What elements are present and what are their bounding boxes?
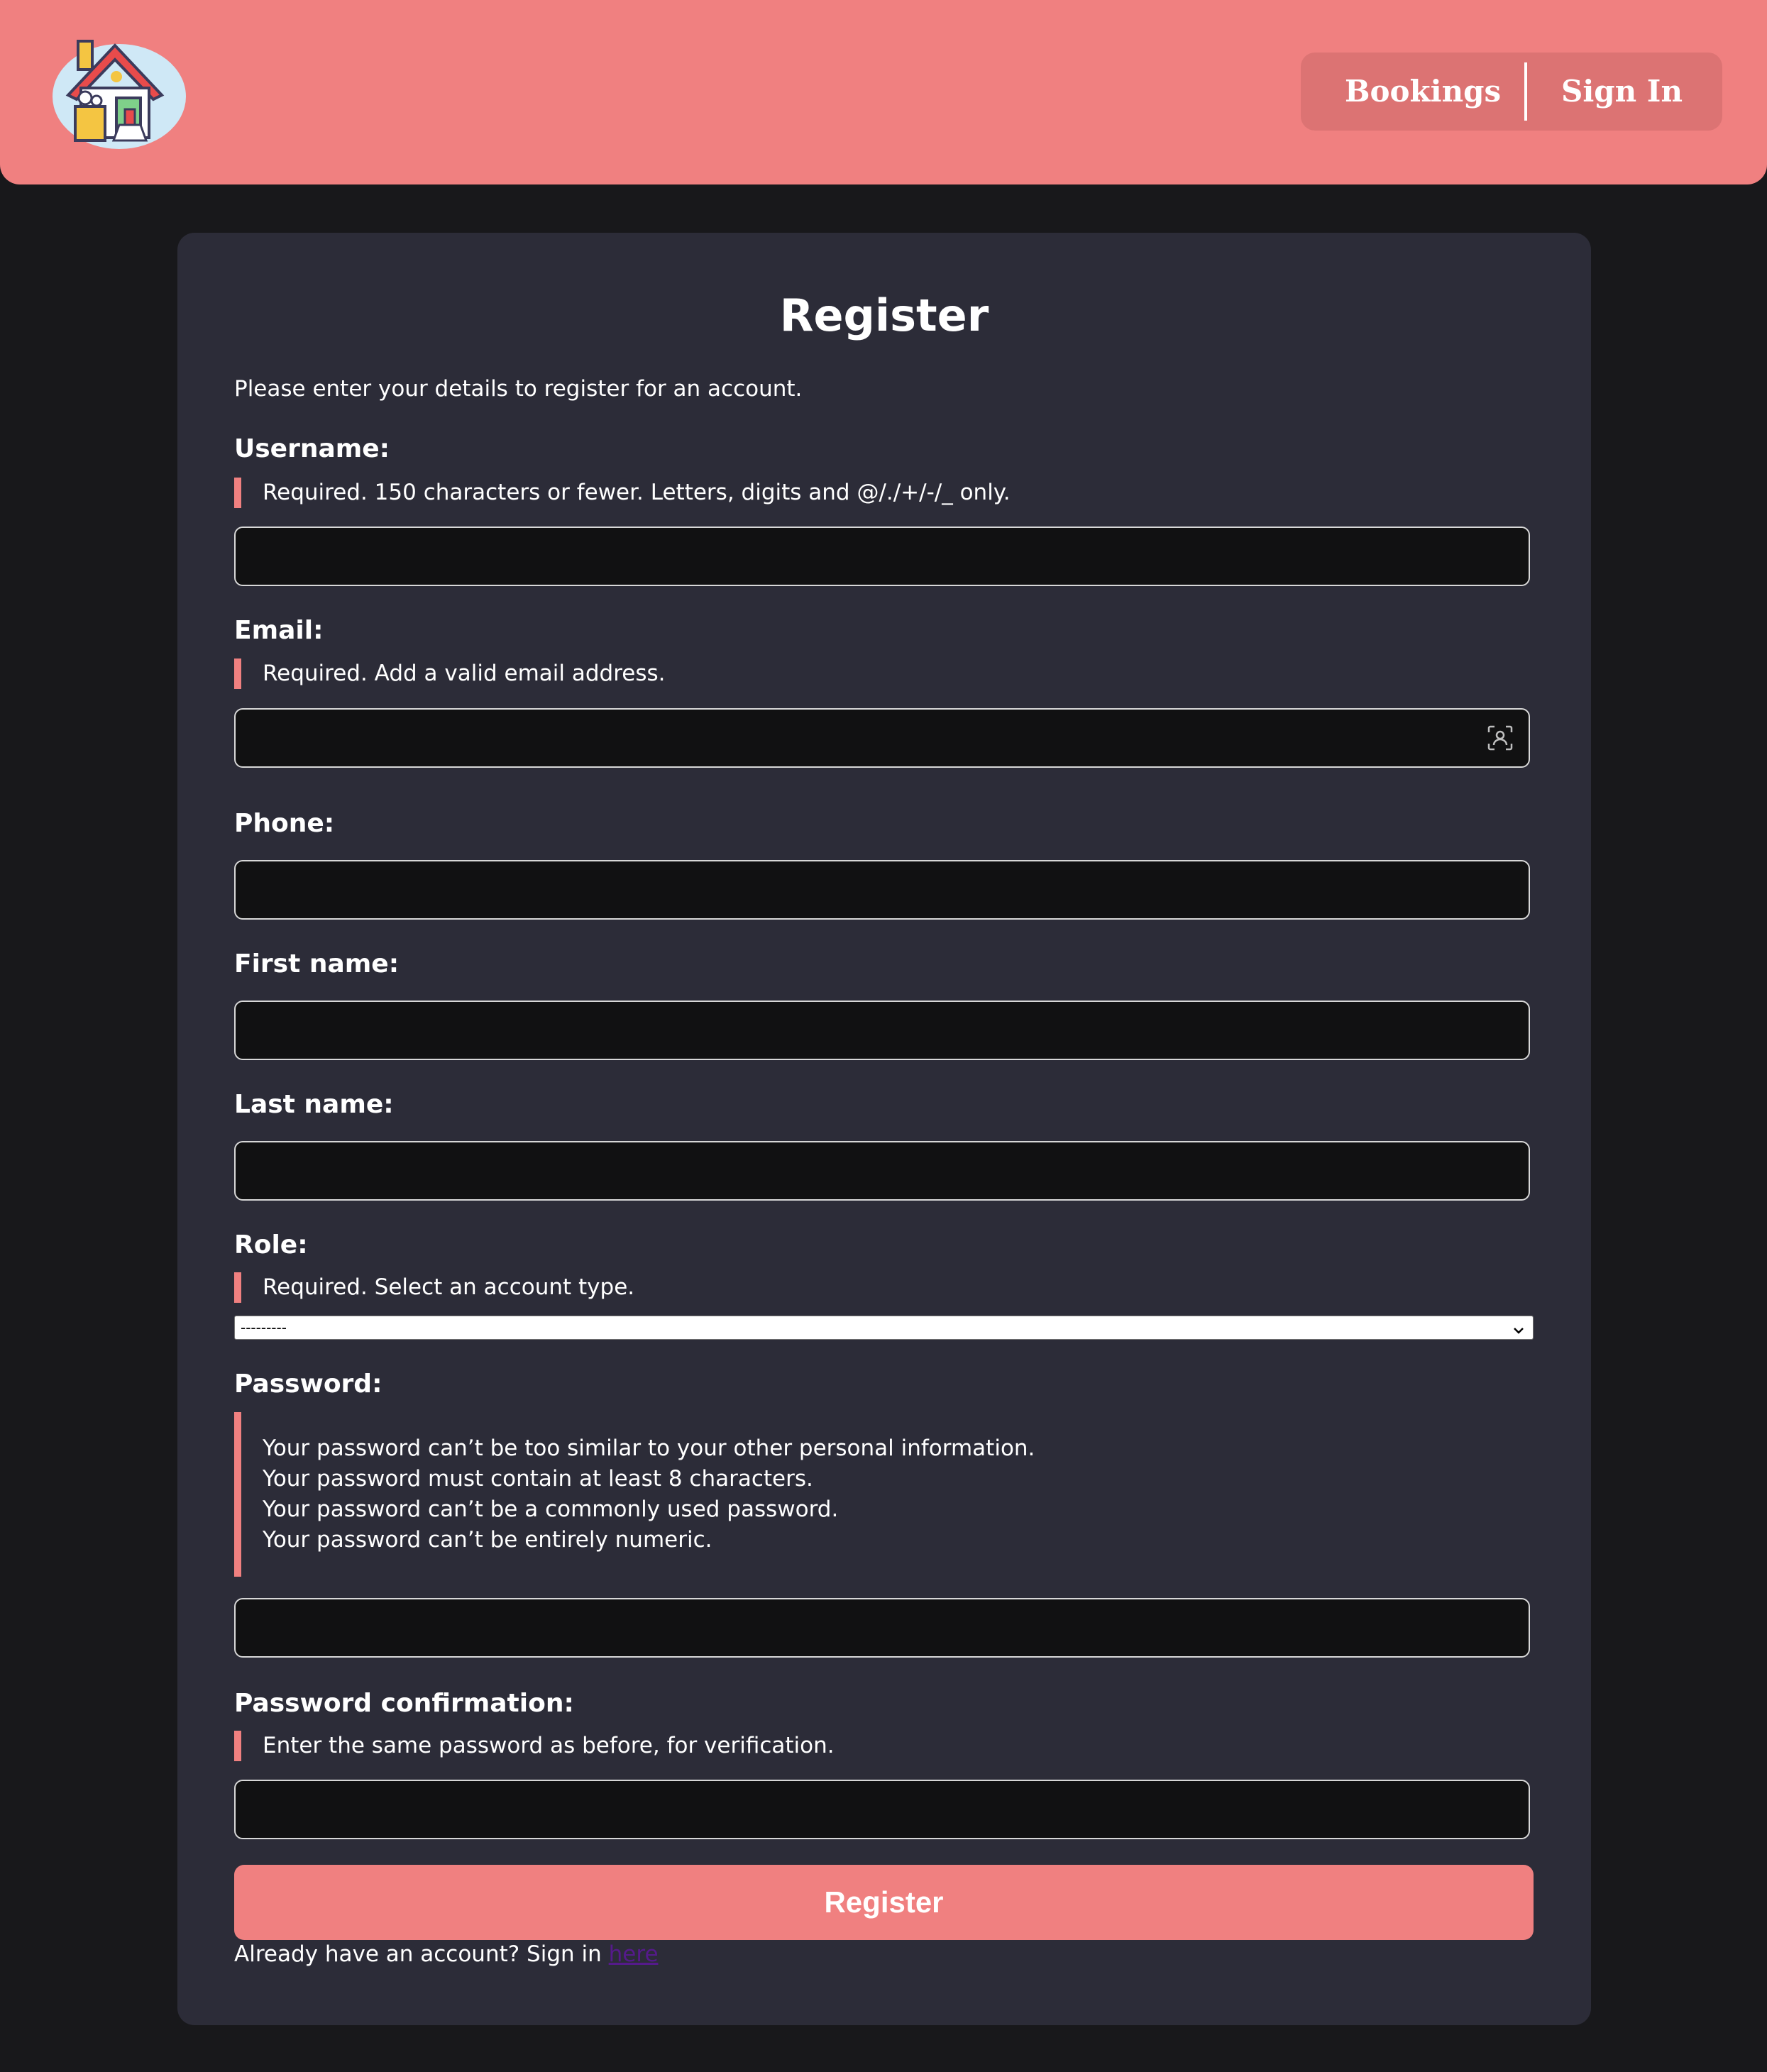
last-name-label: Last name: bbox=[234, 1090, 394, 1119]
form-intro: Please enter your details to register fo… bbox=[234, 376, 803, 402]
password-confirmation-label: Password confirmation: bbox=[234, 1689, 574, 1718]
password-help-line: Your password can’t be entirely numeric. bbox=[263, 1527, 712, 1553]
email-help: Required. Add a valid email address. bbox=[234, 658, 666, 689]
role-help-text: Required. Select an account type. bbox=[263, 1274, 635, 1300]
password-confirmation-help: Enter the same password as before, for v… bbox=[234, 1731, 835, 1761]
contact-autofill-icon[interactable] bbox=[1486, 724, 1514, 752]
nav-sign-in-link[interactable]: Sign In bbox=[1561, 74, 1683, 109]
first-name-label: First name: bbox=[234, 949, 400, 979]
nav-bookings-link[interactable]: Bookings bbox=[1345, 74, 1501, 109]
password-label: Password: bbox=[234, 1370, 382, 1399]
last-name-input[interactable] bbox=[234, 1141, 1530, 1201]
chevron-down-icon bbox=[1512, 1321, 1526, 1335]
site-header: Bookings Sign In bbox=[0, 0, 1767, 184]
signin-prompt-text: Already have an account? Sign in bbox=[234, 1941, 602, 1967]
email-input[interactable] bbox=[234, 708, 1530, 768]
password-help-line: Your password can’t be too similar to yo… bbox=[263, 1435, 1035, 1461]
signin-here-link[interactable]: here bbox=[609, 1941, 659, 1967]
email-help-text: Required. Add a valid email address. bbox=[263, 661, 666, 686]
signin-prompt: Already have an account? Sign in here bbox=[234, 1941, 659, 1967]
role-help: Required. Select an account type. bbox=[234, 1272, 634, 1303]
role-select[interactable]: --------- bbox=[234, 1316, 1534, 1340]
first-name-input[interactable] bbox=[234, 1001, 1530, 1060]
password-confirmation-help-text: Enter the same password as before, for v… bbox=[263, 1733, 835, 1758]
username-label: Username: bbox=[234, 434, 390, 463]
password-confirmation-input[interactable] bbox=[234, 1780, 1530, 1839]
password-help: Your password can’t be too similar to yo… bbox=[234, 1412, 1035, 1577]
password-help-line: Your password can’t be a commonly used p… bbox=[263, 1497, 839, 1522]
username-input[interactable] bbox=[234, 527, 1530, 586]
role-label: Role: bbox=[234, 1230, 308, 1260]
email-label: Email: bbox=[234, 616, 324, 645]
register-button[interactable]: Register bbox=[234, 1865, 1534, 1940]
password-input[interactable] bbox=[234, 1598, 1530, 1658]
phone-input[interactable] bbox=[234, 860, 1530, 920]
page-title: Register bbox=[779, 290, 989, 341]
username-help: Required. 150 characters or fewer. Lette… bbox=[234, 478, 1011, 508]
house-cleaning-logo-icon[interactable] bbox=[47, 35, 186, 149]
email-field bbox=[234, 708, 1530, 768]
phone-label: Phone: bbox=[234, 809, 335, 838]
password-help-line: Your password must contain at least 8 ch… bbox=[263, 1466, 813, 1492]
username-help-text: Required. 150 characters or fewer. Lette… bbox=[263, 480, 1011, 505]
nav-divider bbox=[1524, 62, 1527, 121]
register-card: Register Please enter your details to re… bbox=[177, 233, 1591, 2025]
main-nav: Bookings Sign In bbox=[1301, 53, 1722, 131]
role-selected-value: --------- bbox=[241, 1319, 287, 1336]
